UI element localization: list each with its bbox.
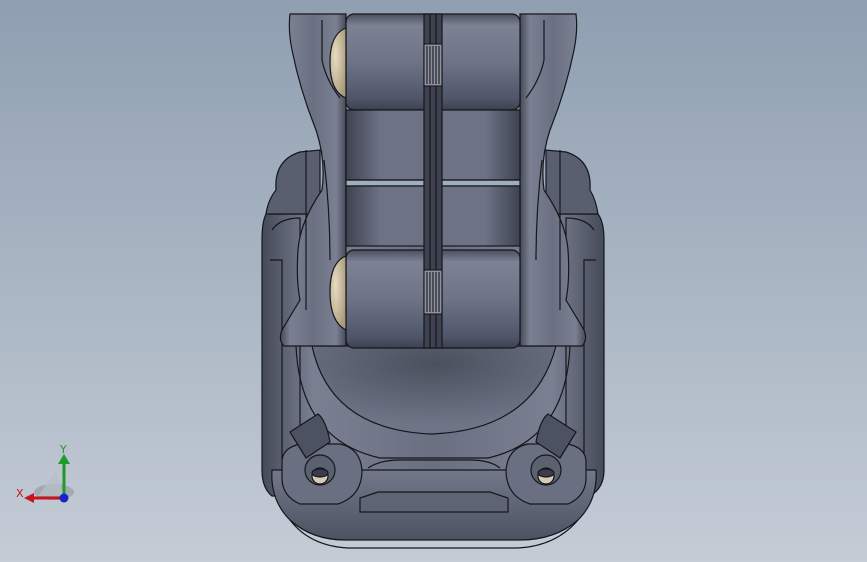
triad-x-arrow bbox=[24, 493, 34, 503]
triad-y-label: Y bbox=[59, 443, 67, 456]
triad-z-axis bbox=[59, 493, 69, 503]
mounting-hole-right[interactable] bbox=[530, 454, 562, 486]
triad-x-label: X bbox=[16, 487, 24, 500]
orientation-triad: Y X bbox=[16, 443, 74, 503]
graphics-viewport[interactable]: Y X bbox=[0, 0, 867, 562]
part-model[interactable] bbox=[0, 0, 867, 562]
thread-top bbox=[423, 43, 443, 87]
mounting-hole-left[interactable] bbox=[304, 454, 336, 486]
thread-bottom bbox=[423, 269, 443, 315]
triad-plane-face bbox=[38, 472, 64, 496]
